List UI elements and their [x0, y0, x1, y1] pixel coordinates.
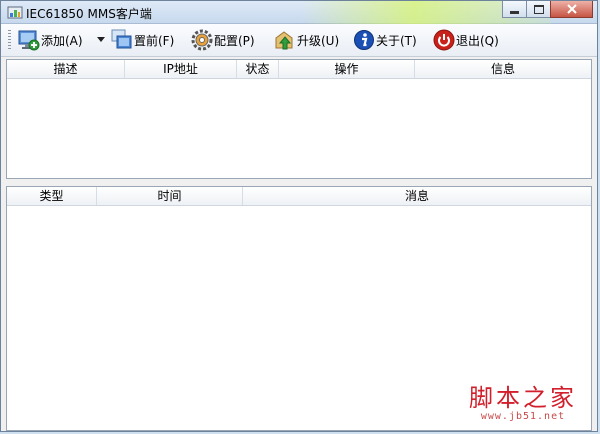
- watermark-text: 脚本之家: [469, 384, 577, 412]
- add-monitor-icon: [18, 30, 40, 51]
- column-header-time[interactable]: 时间: [97, 187, 243, 205]
- column-header-type[interactable]: 类型: [7, 187, 97, 205]
- power-icon: [433, 29, 455, 51]
- bring-to-front-button[interactable]: 置前(F): [111, 28, 174, 52]
- exit-button[interactable]: 退出(Q): [433, 28, 499, 52]
- close-icon: [566, 4, 577, 14]
- maximize-icon: [533, 4, 544, 14]
- about-button-label: 关于(T): [376, 33, 417, 48]
- about-button[interactable]: 关于(T): [353, 28, 417, 52]
- device-table[interactable]: 描述 IP地址 状态 操作 信息: [6, 59, 592, 179]
- add-button[interactable]: 添加(A): [18, 28, 83, 52]
- column-header-status[interactable]: 状态: [237, 60, 279, 78]
- add-button-label: 添加(A): [41, 33, 83, 48]
- add-dropdown-arrow[interactable]: [97, 37, 105, 42]
- upgrade-button-label: 升级(U): [297, 33, 340, 48]
- close-button[interactable]: [550, 1, 593, 18]
- app-window: IEC61850 MMS客户端 添加(A) 置前(F) 配置(P) 升级(U) …: [0, 0, 598, 432]
- column-header-description[interactable]: 描述: [7, 60, 125, 78]
- column-header-operation[interactable]: 操作: [279, 60, 415, 78]
- window-title: IEC61850 MMS客户端: [26, 7, 152, 21]
- minimize-icon: [510, 10, 519, 14]
- config-button-label: 配置(P): [214, 33, 255, 48]
- log-table[interactable]: 类型 时间 消息 脚本之家 www.jb51.net: [6, 186, 592, 431]
- watermark: 脚本之家 www.jb51.net: [469, 385, 577, 422]
- upgrade-button[interactable]: 升级(U): [274, 28, 339, 52]
- device-table-header: 描述 IP地址 状态 操作 信息: [7, 60, 591, 79]
- column-header-message[interactable]: 消息: [243, 187, 591, 205]
- info-icon: [354, 30, 374, 50]
- bring-to-front-icon: [111, 29, 132, 49]
- column-header-info[interactable]: 信息: [415, 60, 591, 78]
- exit-button-label: 退出(Q): [456, 33, 499, 48]
- watermark-url: www.jb51.net: [480, 411, 566, 422]
- gear-icon: [191, 29, 213, 51]
- bring-to-front-label: 置前(F): [134, 33, 175, 48]
- toolbar-grip[interactable]: [8, 30, 11, 50]
- log-table-header: 类型 时间 消息: [7, 187, 591, 206]
- column-header-ip-address[interactable]: IP地址: [125, 60, 237, 78]
- upgrade-icon: [275, 31, 293, 50]
- window-controls: [502, 1, 593, 19]
- toolbar: 添加(A) 置前(F) 配置(P) 升级(U) 关于(T) 退出(Q): [1, 24, 597, 57]
- app-icon: [7, 6, 23, 19]
- config-button[interactable]: 配置(P): [191, 28, 255, 52]
- maximize-button[interactable]: [526, 1, 551, 18]
- minimize-button[interactable]: [502, 1, 527, 18]
- title-bar[interactable]: IEC61850 MMS客户端: [1, 1, 597, 29]
